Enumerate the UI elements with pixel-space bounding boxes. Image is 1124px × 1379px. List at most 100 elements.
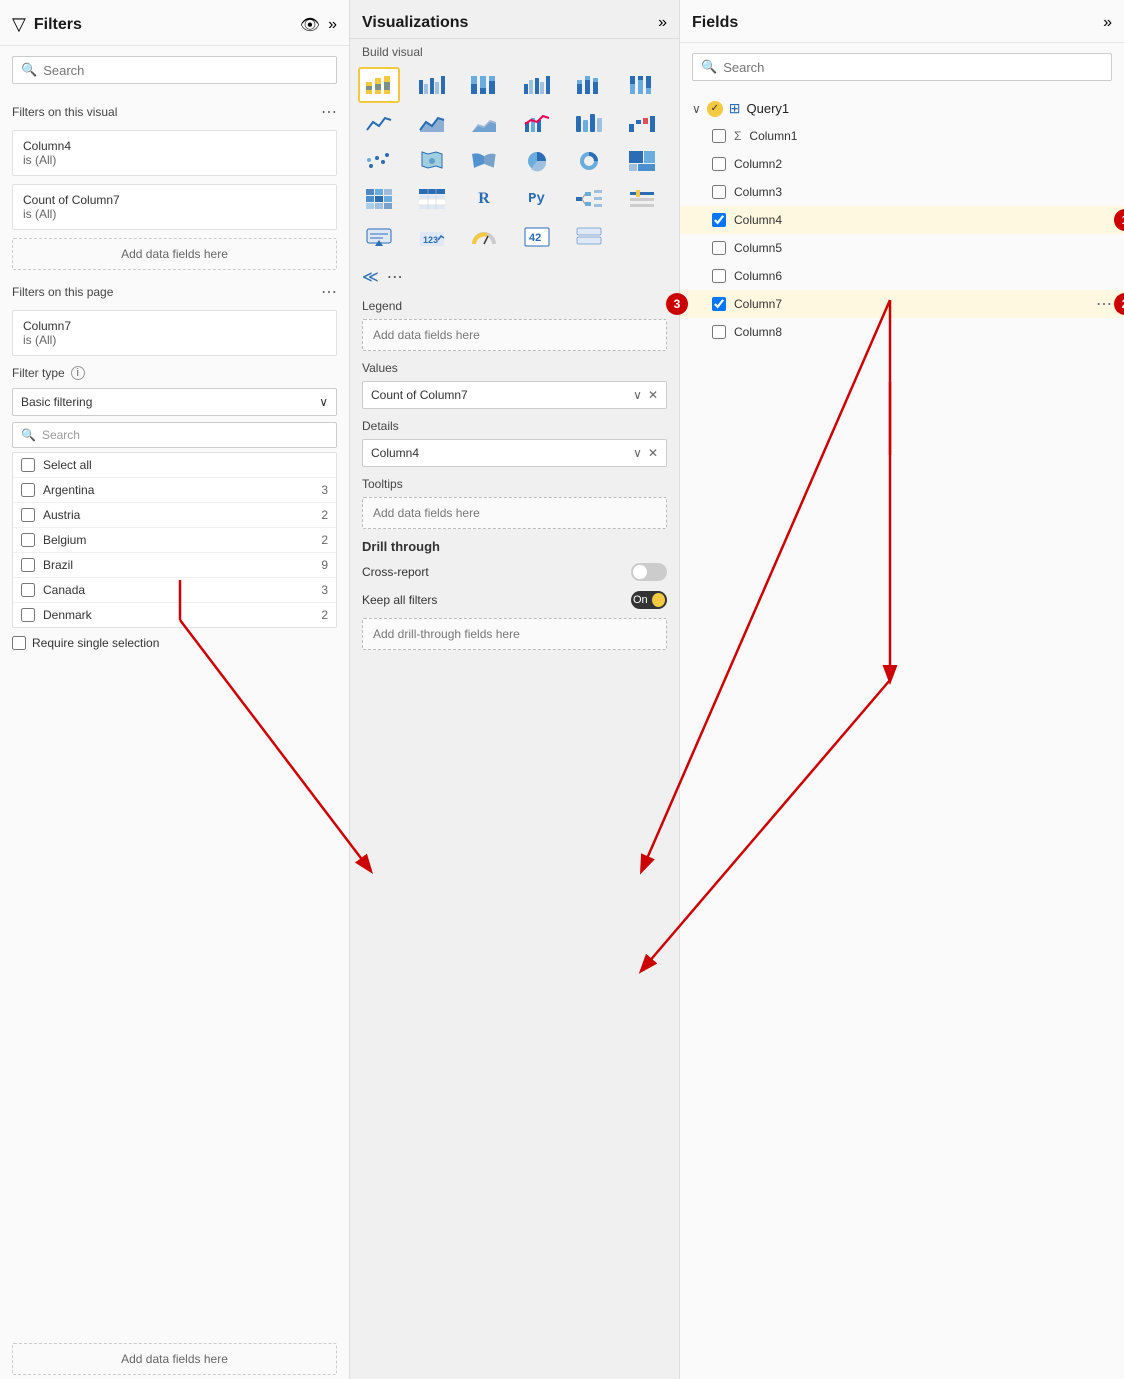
argentina-checkbox[interactable] [21,483,35,497]
column8-checkbox[interactable] [712,325,726,339]
fields-search-input[interactable] [723,60,1103,75]
chart-treemap[interactable] [621,143,663,179]
filter-item-argentina[interactable]: Argentina 3 [13,478,336,503]
main-wrapper: ▽ Filters 👁 » 🔍 Filters on this visual ⋯… [0,0,1124,1379]
filters-search-input[interactable] [43,63,328,78]
require-single-checkbox[interactable] [12,636,26,650]
chart-100-bar[interactable] [463,67,505,103]
chart-clustered-column[interactable] [516,67,558,103]
fields-expand-icon[interactable]: » [1103,14,1112,32]
page-filter-name: Column7 [23,319,326,333]
annotation-badge-2: 2 [1114,293,1124,315]
filter-eye-icon[interactable]: 👁 [300,15,320,35]
chart-line[interactable] [358,105,400,141]
column7-checkbox[interactable] [712,297,726,311]
chart-r-script[interactable]: R [463,181,505,217]
chart-matrix[interactable] [358,181,400,217]
add-visual-fields-button[interactable]: Add data fields here [12,238,337,270]
chart-pie[interactable] [516,143,558,179]
austria-label: Austria [43,508,313,522]
drill-add-fields-button[interactable]: Add drill-through fields here [362,618,667,650]
filter-item-brazil[interactable]: Brazil 9 [13,553,336,578]
chart-ribbon[interactable] [568,105,610,141]
chart-smart-narrative[interactable] [358,219,400,255]
field-item-column4[interactable]: Column4 ⋯ 1 [680,206,1124,234]
chart-stacked-bar[interactable] [358,67,400,103]
chart-donut[interactable] [568,143,610,179]
keep-filters-toggle[interactable]: On [631,591,667,609]
filters-visual-menu-icon[interactable]: ⋯ [321,102,337,122]
legend-drop-zone[interactable]: Add data fields here [362,319,667,351]
viz-more-dots[interactable]: ⋯ [387,267,403,287]
filters-expand-icon[interactable]: » [328,16,337,34]
filter-item-belgium[interactable]: Belgium 2 [13,528,336,553]
build-visual-label: Build visual [350,39,679,63]
tooltips-drop-zone[interactable]: Add data fields here [362,497,667,529]
column6-checkbox[interactable] [712,269,726,283]
filters-title: Filters [34,16,292,34]
select-all-item[interactable]: Select all [13,453,336,478]
query-group-header[interactable]: ∨ ✓ ⊞ Query1 [680,95,1124,122]
column3-checkbox[interactable] [712,185,726,199]
require-single-selection[interactable]: Require single selection [0,630,349,656]
chart-area[interactable] [411,105,453,141]
column7-dots-icon[interactable]: ⋯ [1096,294,1112,314]
fields-search-box[interactable]: 🔍 [692,53,1112,81]
chart-filled-map[interactable] [463,143,505,179]
filter-type-dropdown[interactable]: Basic filtering ∨ [12,388,337,416]
filter-checkbox-list: Select all Argentina 3 Austria 2 Be [12,452,337,628]
filter-item-austria[interactable]: Austria 2 [13,503,336,528]
chart-decomp-tree[interactable] [568,181,610,217]
chart-python-script[interactable]: Py [516,181,558,217]
column4-checkbox[interactable] [712,213,726,227]
cross-report-toggle[interactable] [631,563,667,581]
filter-funnel-icon: ▽ [12,14,26,35]
details-remove-icon[interactable]: ✕ [648,446,658,460]
canada-checkbox[interactable] [21,583,35,597]
details-expand-icon[interactable]: ∨ [633,446,642,460]
chart-100-column[interactable] [621,67,663,103]
filters-page-menu-icon[interactable]: ⋯ [321,282,337,302]
filter-item-canada[interactable]: Canada 3 [13,578,336,603]
chart-gauge[interactable] [463,219,505,255]
field-item-column6[interactable]: Column6 ⋯ [680,262,1124,290]
field-item-column5[interactable]: Column5 ⋯ [680,234,1124,262]
chart-kpi[interactable]: 123 [411,219,453,255]
column2-checkbox[interactable] [712,157,726,171]
column6-label: Column6 [734,269,1088,283]
column1-checkbox[interactable] [712,129,726,143]
filters-search-box[interactable]: 🔍 [12,56,337,84]
chart-table[interactable] [411,181,453,217]
viz-expand-icon[interactable]: » [658,14,667,32]
filter-list-search[interactable]: 🔍 Search [12,422,337,448]
field-item-column7[interactable]: Column7 ⋯ 3 2 [680,290,1124,318]
values-expand-icon[interactable]: ∨ [633,388,642,402]
austria-checkbox[interactable] [21,508,35,522]
values-remove-icon[interactable]: ✕ [648,388,658,402]
chart-stacked-area[interactable] [463,105,505,141]
column2-label: Column2 [734,157,1088,171]
brazil-checkbox[interactable] [21,558,35,572]
chart-stacked-column[interactable] [568,67,610,103]
chart-scatter[interactable] [358,143,400,179]
field-item-column2[interactable]: Column2 ⋯ [680,150,1124,178]
add-page-fields-button[interactable]: Add data fields here [12,1343,337,1375]
field-item-column3[interactable]: Column3 ⋯ [680,178,1124,206]
select-all-checkbox[interactable] [21,458,35,472]
annotation-badge-1: 1 [1114,209,1124,231]
chart-slicer[interactable] [621,181,663,217]
field-item-column1[interactable]: Σ Column1 ⋯ [680,122,1124,150]
chart-card[interactable]: 42 [516,219,558,255]
column5-checkbox[interactable] [712,241,726,255]
brazil-label: Brazil [43,558,313,572]
filter-item-denmark[interactable]: Denmark 2 [13,603,336,627]
field-item-column8[interactable]: Column8 ⋯ [680,318,1124,346]
chart-combo[interactable] [516,105,558,141]
belgium-checkbox[interactable] [21,533,35,547]
chart-clustered-bar[interactable] [411,67,453,103]
chart-multirow-card[interactable] [568,219,610,255]
chart-waterfall[interactable] [621,105,663,141]
denmark-checkbox[interactable] [21,608,35,622]
viz-expand-left-icon[interactable]: ≪ [362,267,379,287]
chart-map[interactable] [411,143,453,179]
